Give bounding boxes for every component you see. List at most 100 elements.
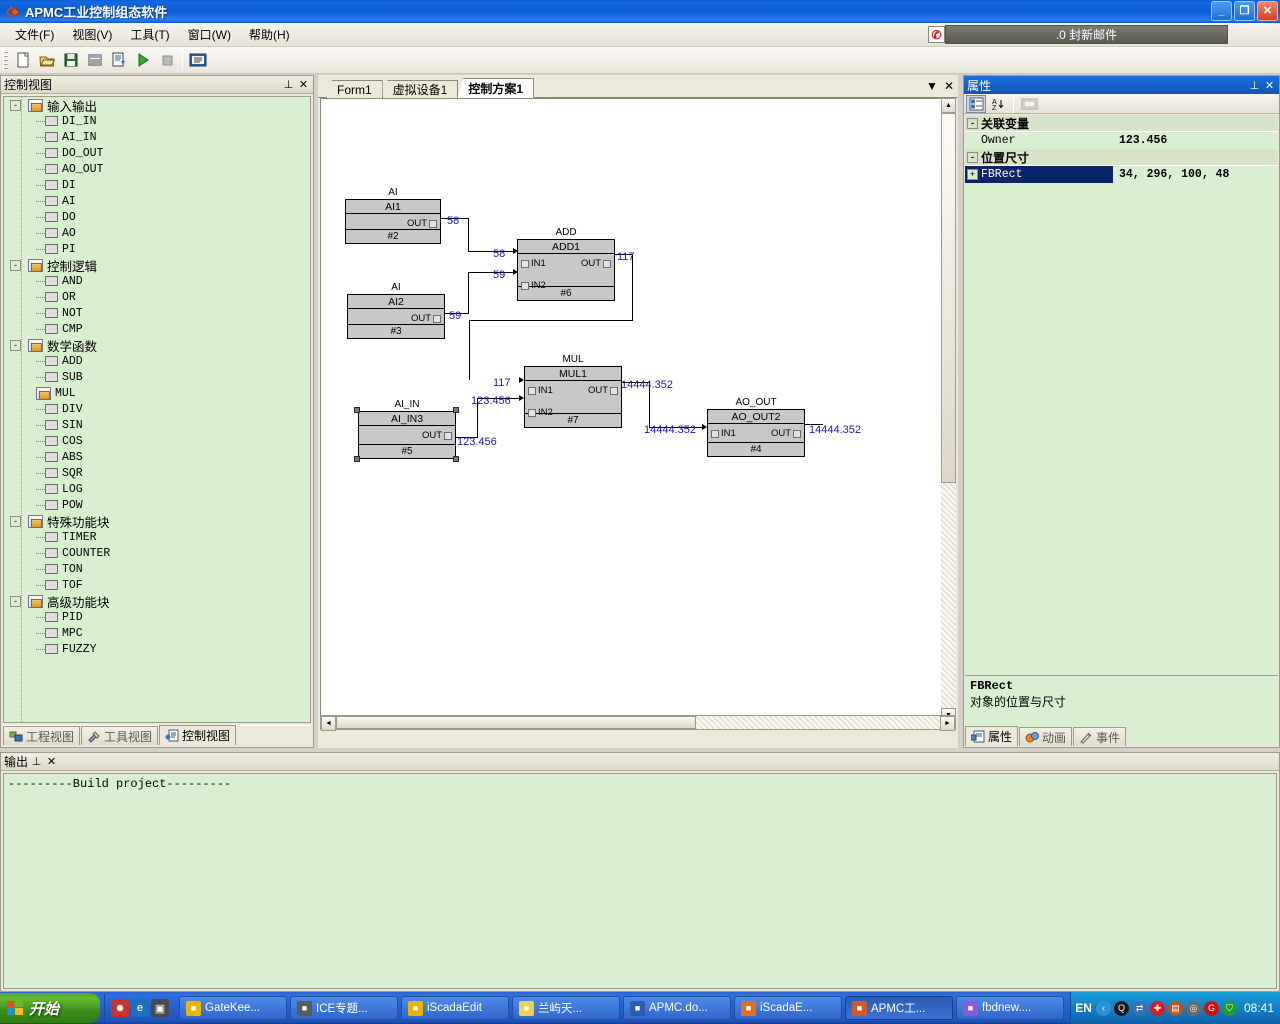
stop-icon[interactable] <box>156 49 178 71</box>
open-folder-icon[interactable] <box>36 49 58 71</box>
tree-group-0[interactable]: - 输入输出 <box>4 97 310 114</box>
resize-handle[interactable] <box>453 456 459 462</box>
new-file-icon[interactable] <box>12 49 34 71</box>
tree-item-mul[interactable]: MUL <box>4 385 310 401</box>
taskbar-button-1[interactable]: ■ ICE专题... <box>290 996 398 1020</box>
property-category-0[interactable]: - 关联变量 <box>965 115 1278 132</box>
ime-indicator[interactable]: EN <box>1075 1001 1092 1015</box>
close-icon[interactable]: ✕ <box>45 755 58 768</box>
taskbar-button-7[interactable]: ■ fbdnew.... <box>956 996 1064 1020</box>
tray-security-icon[interactable]: ✚ <box>1149 1000 1165 1016</box>
tab-project-view[interactable]: 工程视图 <box>3 726 81 745</box>
menu-window[interactable]: 窗口(W) <box>179 23 240 46</box>
function-block-add1[interactable]: ADD ADD1 IN1 IN2 OUT #6 <box>517 227 615 301</box>
tree-item-timer[interactable]: TIMER <box>4 529 310 545</box>
resize-handle[interactable] <box>354 456 360 462</box>
quicklaunch-media-icon[interactable]: ✸ <box>111 999 129 1017</box>
close-icon[interactable]: ✕ <box>1263 79 1276 92</box>
pin-out-out[interactable]: OUT <box>407 218 437 229</box>
tray-show-hidden-icon[interactable]: ‹ <box>1095 1000 1111 1016</box>
quicklaunch-desktop-icon[interactable]: ▣ <box>151 999 169 1017</box>
horizontal-scroll-track[interactable] <box>696 716 940 729</box>
taskbar-button-4[interactable]: ■ APMC.do... <box>623 996 731 1020</box>
tab-virtual-device1[interactable]: 虚拟设备1 <box>381 80 459 98</box>
tree-item-or[interactable]: OR <box>4 289 310 305</box>
toolbar-grip[interactable] <box>3 51 8 69</box>
taskbar-button-3[interactable]: ■ 兰屿天... <box>512 996 620 1020</box>
tab-animation[interactable]: 动画 <box>1019 727 1073 746</box>
build-icon[interactable] <box>84 49 106 71</box>
alphabetical-sort-button[interactable]: AZ <box>988 95 1008 113</box>
tree-item-pid[interactable]: PID <box>4 609 310 625</box>
tree-item-ao_out[interactable]: AO_OUT <box>4 161 310 177</box>
resize-handle[interactable] <box>453 407 459 413</box>
minimize-button[interactable]: _ <box>1211 1 1232 21</box>
taskbar-button-2[interactable]: ■ iScadaEdit <box>401 996 509 1020</box>
quicklaunch-ie-icon[interactable]: e <box>131 999 149 1017</box>
tray-network-icon[interactable]: ⇄ <box>1131 1000 1147 1016</box>
tree-item-counter[interactable]: COUNTER <box>4 545 310 561</box>
scroll-up-arrow[interactable]: ▲ <box>941 98 956 113</box>
tray-maxthon-icon[interactable]: G <box>1203 1000 1219 1016</box>
connection-wire[interactable] <box>632 254 633 320</box>
tree-expander-icon[interactable]: - <box>10 339 21 351</box>
output-text[interactable]: ---------Build project--------- <box>3 773 1277 989</box>
property-value[interactable]: 123.456 <box>1113 131 1278 149</box>
tray-clock-icon[interactable]: ◎ <box>1185 1000 1201 1016</box>
taskbar-button-0[interactable]: ■ GateKee... <box>179 996 287 1020</box>
connection-wire[interactable] <box>469 320 470 380</box>
connection-wire[interactable] <box>468 251 516 252</box>
tree-item-log[interactable]: LOG <box>4 481 310 497</box>
close-icon[interactable]: ✕ <box>297 78 310 91</box>
tree-group-3[interactable]: - 特殊功能块 <box>4 513 310 530</box>
pin-out-out[interactable]: OUT <box>411 313 441 324</box>
property-pages-button[interactable] <box>1019 95 1039 113</box>
tree-item-and[interactable]: AND <box>4 273 310 289</box>
categorized-button[interactable] <box>966 94 986 113</box>
scroll-right-arrow[interactable]: ► <box>940 716 955 731</box>
tree-expander-icon[interactable]: - <box>10 515 21 527</box>
clock[interactable]: 08:41 <box>1244 1001 1274 1015</box>
category-expander-icon[interactable]: - <box>967 117 978 129</box>
fbd-canvas-container[interactable]: AI AI1 OUT #2 AI AI2 OUT #3 ADD ADD1 IN1 IN2 OUT #6 MU… <box>320 98 956 723</box>
tree-item-cos[interactable]: COS <box>4 433 310 449</box>
tree-item-do[interactable]: DO <box>4 209 310 225</box>
pin-out-out[interactable]: OUT <box>581 258 611 269</box>
pin-icon[interactable]: ⊥ <box>1248 79 1261 92</box>
property-category-1[interactable]: - 位置尺寸 <box>965 149 1278 166</box>
tree-item-ai[interactable]: AI <box>4 193 310 209</box>
pin-icon[interactable]: ⊥ <box>282 78 295 91</box>
pin-out-out[interactable]: OUT <box>422 430 452 441</box>
tray-monitor-icon[interactable]: ▤ <box>1167 1000 1183 1016</box>
property-row-fbrect[interactable]: + FBRect 34, 296, 100, 48 <box>965 165 1278 183</box>
connection-wire[interactable] <box>468 272 469 314</box>
pin-in-in1[interactable]: IN1 <box>521 258 546 269</box>
pin-in-in2[interactable]: IN2 <box>528 407 553 418</box>
tab-form1[interactable]: Form1 <box>326 80 383 98</box>
menu-file[interactable]: 文件(F) <box>6 23 63 46</box>
tree-item-not[interactable]: NOT <box>4 305 310 321</box>
pin-out-out[interactable]: OUT <box>771 428 801 439</box>
close-button[interactable]: ✕ <box>1257 1 1278 21</box>
tree-item-sqr[interactable]: SQR <box>4 465 310 481</box>
canvas-vertical-scrollbar[interactable]: ▲ ▼ <box>941 98 956 723</box>
tree-expander-icon[interactable]: - <box>10 99 21 111</box>
property-row-owner[interactable]: Owner 123.456 <box>965 131 1278 149</box>
tree-item-fuzzy[interactable]: FUZZY <box>4 641 310 657</box>
tab-tool-view[interactable]: 工具视图 <box>81 726 159 745</box>
control-tree[interactable]: - 输入输出 DI_IN AI_IN DO_OUT AO_OUT DI AI DO AO PI - 控制… <box>3 96 311 723</box>
tree-item-ai_in[interactable]: AI_IN <box>4 129 310 145</box>
tree-group-4[interactable]: - 高级功能块 <box>4 593 310 610</box>
pin-in-in1[interactable]: IN1 <box>711 428 736 439</box>
properties-grid[interactable]: - 关联变量 Owner 123.456- 位置尺寸 + FBRect 34, 296, 10… <box>965 115 1278 743</box>
mail-notification-bar[interactable]: ✆ .0 封新邮件 <box>928 25 1228 44</box>
property-value[interactable]: 34, 296, 100, 48 <box>1113 165 1278 183</box>
tree-group-2[interactable]: - 数学函数 <box>4 337 310 354</box>
tree-item-di_in[interactable]: DI_IN <box>4 113 310 129</box>
tray-shield-icon[interactable]: ⛉ <box>1221 1000 1237 1016</box>
tree-item-mpc[interactable]: MPC <box>4 625 310 641</box>
start-button[interactable]: 开始 <box>0 993 100 1023</box>
menu-tools[interactable]: 工具(T) <box>121 23 178 46</box>
tab-control-scheme1[interactable]: 控制方案1 <box>457 78 535 98</box>
row-expander-icon[interactable]: + <box>967 168 978 180</box>
